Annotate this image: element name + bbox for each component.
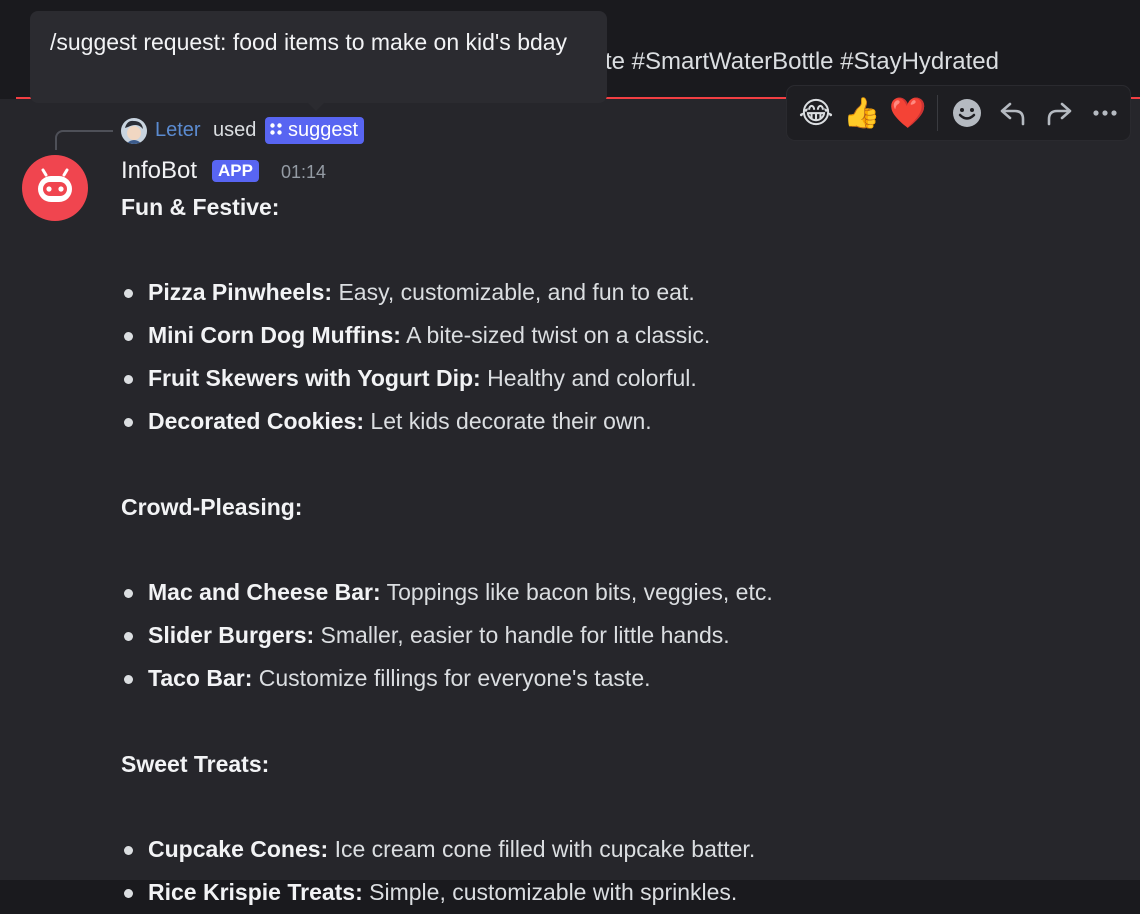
reply-connector-line: [55, 130, 113, 150]
more-icon: [1093, 110, 1117, 116]
item-title: Mini Corn Dog Muffins:: [148, 322, 401, 348]
previous-message-text: te #SmartWaterBottle #StayHydrated: [605, 48, 999, 75]
add-reaction-button[interactable]: [944, 90, 990, 136]
food-list: Mac and Cheese Bar: Toppings like bacon …: [121, 571, 1121, 700]
thumbs-up-emoji-icon: 👍: [843, 96, 881, 130]
laughing-emoji-icon: 😂: [798, 96, 834, 130]
reply-user-avatar[interactable]: [121, 118, 147, 144]
reply-used-label: used: [213, 119, 257, 141]
item-title: Mac and Cheese Bar:: [148, 579, 381, 605]
slash-command-icon: [269, 119, 283, 142]
bot-username[interactable]: InfoBot: [121, 157, 197, 185]
section-heading: Crowd-Pleasing:: [121, 494, 303, 520]
toolbar-divider: [937, 95, 938, 131]
list-item: Cupcake Cones: Ice cream cone filled wit…: [121, 828, 1121, 871]
robot-icon: [38, 168, 72, 202]
list-item: Fruit Skewers with Yogurt Dip: Healthy a…: [121, 357, 1121, 400]
reaction-heart-button[interactable]: ❤️: [885, 90, 931, 136]
list-item: Mac and Cheese Bar: Toppings like bacon …: [121, 571, 1121, 614]
message-content: Fun & Festive: Pizza Pinwheels: Easy, cu…: [121, 192, 1121, 914]
food-list: Pizza Pinwheels: Easy, customizable, and…: [121, 271, 1121, 443]
item-title: Decorated Cookies:: [148, 408, 365, 434]
bot-avatar[interactable]: [22, 155, 88, 221]
reaction-laughing-button[interactable]: 😂: [793, 90, 839, 136]
reply-icon: [1000, 102, 1025, 126]
item-description: Let kids decorate their own.: [364, 408, 652, 434]
item-description: A bite-sized twist on a classic.: [400, 322, 711, 348]
item-description: Ice cream cone filled with cupcake batte…: [328, 836, 756, 862]
message-timestamp[interactable]: 01:14: [281, 162, 326, 183]
item-description: Healthy and colorful.: [480, 365, 697, 391]
item-title: Fruit Skewers with Yogurt Dip:: [148, 365, 481, 391]
command-pill[interactable]: suggest: [265, 117, 365, 144]
food-list: Cupcake Cones: Ice cream cone filled wit…: [121, 828, 1121, 914]
app-badge: APP: [212, 160, 259, 182]
item-title: Cupcake Cones:: [148, 836, 329, 862]
section-heading: Sweet Treats:: [121, 751, 270, 777]
item-description: Toppings like bacon bits, veggies, etc.: [380, 579, 773, 605]
item-title: Rice Krispie Treats:: [148, 879, 363, 905]
item-description: Simple, customizable with sprinkles.: [362, 879, 738, 905]
command-tooltip: /suggest request: food items to make on …: [30, 11, 607, 111]
reaction-thumbsup-button[interactable]: 👍: [839, 90, 885, 136]
list-item: Slider Burgers: Smaller, easier to handl…: [121, 614, 1121, 657]
message-actions-toolbar: 😂 👍 ❤️: [786, 85, 1131, 141]
item-title: Pizza Pinwheels:: [148, 279, 333, 305]
item-title: Taco Bar:: [148, 665, 253, 691]
list-item: Rice Krispie Treats: Simple, customizabl…: [121, 871, 1121, 914]
forward-icon: [1047, 102, 1072, 126]
reply-username[interactable]: Leter: [155, 119, 201, 142]
more-options-button[interactable]: [1082, 90, 1128, 136]
add-reaction-icon: [953, 99, 981, 127]
item-description: Customize fillings for everyone's taste.: [252, 665, 651, 691]
heart-emoji-icon: ❤️: [889, 96, 927, 130]
forward-button[interactable]: [1036, 90, 1082, 136]
section-heading: Fun & Festive:: [121, 194, 280, 220]
list-item: Mini Corn Dog Muffins: A bite-sized twis…: [121, 314, 1121, 357]
item-description: Smaller, easier to handle for little han…: [314, 622, 730, 648]
list-item: Pizza Pinwheels: Easy, customizable, and…: [121, 271, 1121, 314]
item-description: Easy, customizable, and fun to eat.: [332, 279, 695, 305]
reply-button[interactable]: [990, 90, 1036, 136]
command-name: suggest: [288, 119, 359, 141]
item-title: Slider Burgers:: [148, 622, 315, 648]
list-item: Decorated Cookies: Let kids decorate the…: [121, 400, 1121, 443]
list-item: Taco Bar: Customize fillings for everyon…: [121, 657, 1121, 700]
